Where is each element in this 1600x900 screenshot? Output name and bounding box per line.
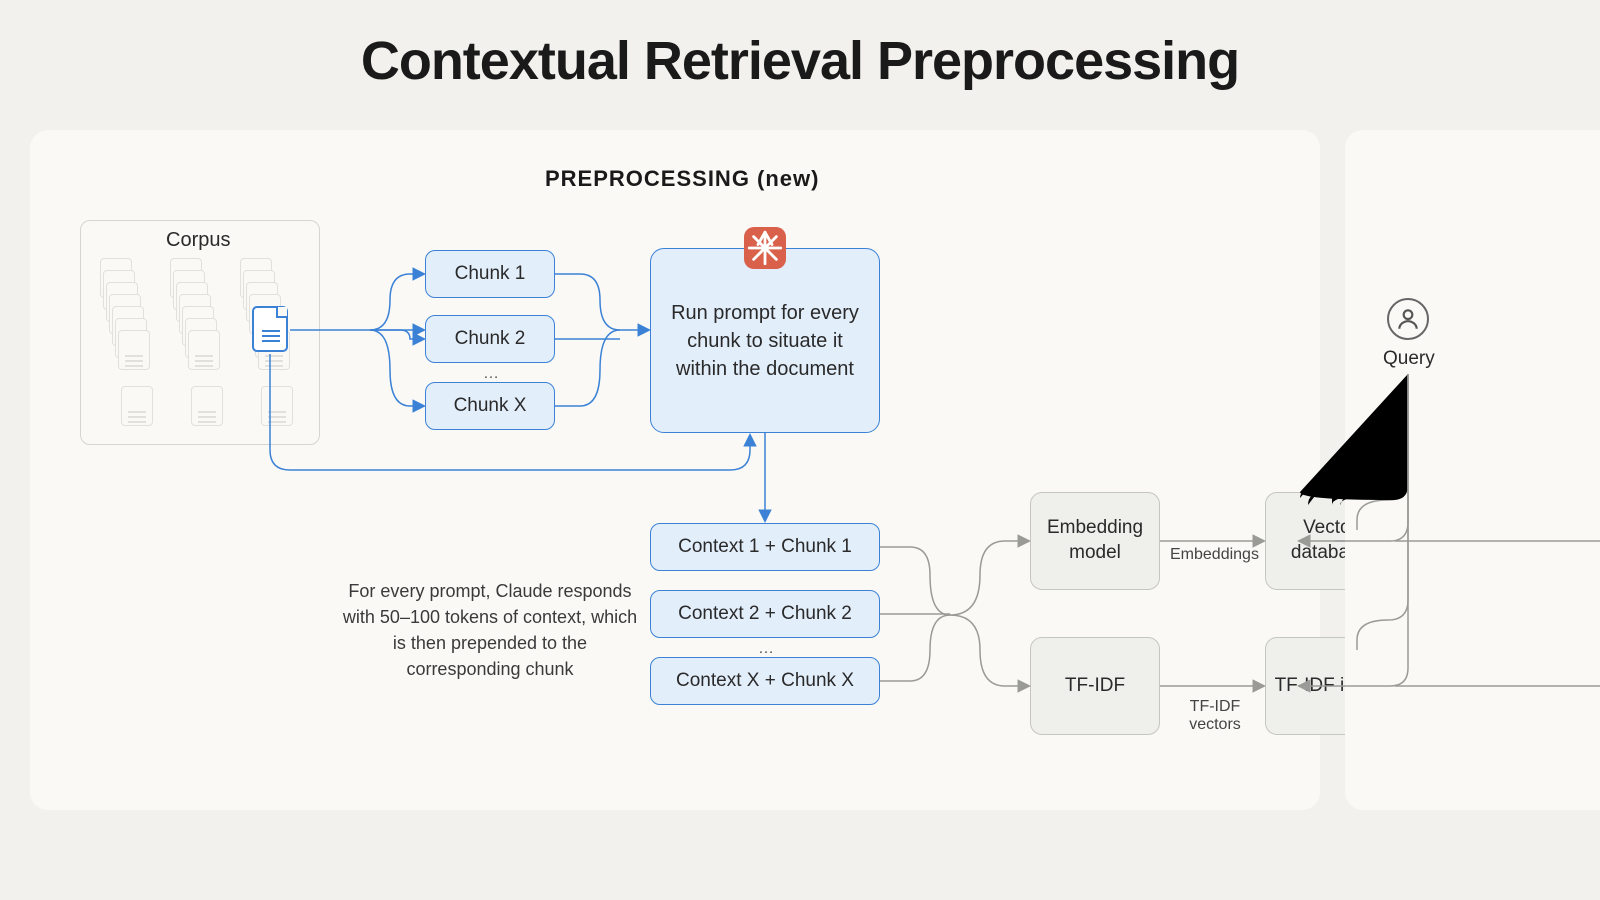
document-icon	[261, 386, 293, 426]
tfidf-box: TF-IDF	[1030, 637, 1160, 735]
chunk-box: Chunk 2	[425, 315, 555, 363]
runtime-panel: Query	[1345, 130, 1600, 810]
embedding-model-box: Embedding model	[1030, 492, 1160, 590]
page-title: Contextual Retrieval Preprocessing	[0, 0, 1600, 92]
tfidf-vectors-edge-label: TF-IDF vectors	[1180, 698, 1250, 734]
context-chunk-box: Context 1 + Chunk 1	[650, 523, 880, 571]
section-label: PREPROCESSING (new)	[545, 166, 819, 192]
claude-logo-icon	[744, 227, 786, 269]
chunk-box: Chunk X	[425, 382, 555, 430]
document-icon	[121, 386, 153, 426]
preprocessing-panel: PREPROCESSING (new) Corpus Chunk 1 Chunk…	[30, 130, 1320, 810]
document-icon	[191, 386, 223, 426]
ellipsis-text: …	[758, 640, 774, 658]
document-icon	[118, 330, 150, 370]
document-icon	[188, 330, 220, 370]
ellipsis-text: …	[483, 365, 499, 383]
chunk-box: Chunk 1	[425, 250, 555, 298]
explanation-text: For every prompt, Claude responds with 5…	[340, 578, 640, 682]
corpus-label: Corpus	[166, 229, 230, 252]
query-label: Query	[1383, 348, 1435, 370]
prompt-box: Run prompt for every chunk to situate it…	[650, 248, 880, 433]
user-icon	[1387, 298, 1429, 340]
context-chunk-box: Context X + Chunk X	[650, 657, 880, 705]
embeddings-edge-label: Embeddings	[1170, 546, 1259, 564]
context-chunk-box: Context 2 + Chunk 2	[650, 590, 880, 638]
selected-document-icon	[252, 306, 288, 352]
